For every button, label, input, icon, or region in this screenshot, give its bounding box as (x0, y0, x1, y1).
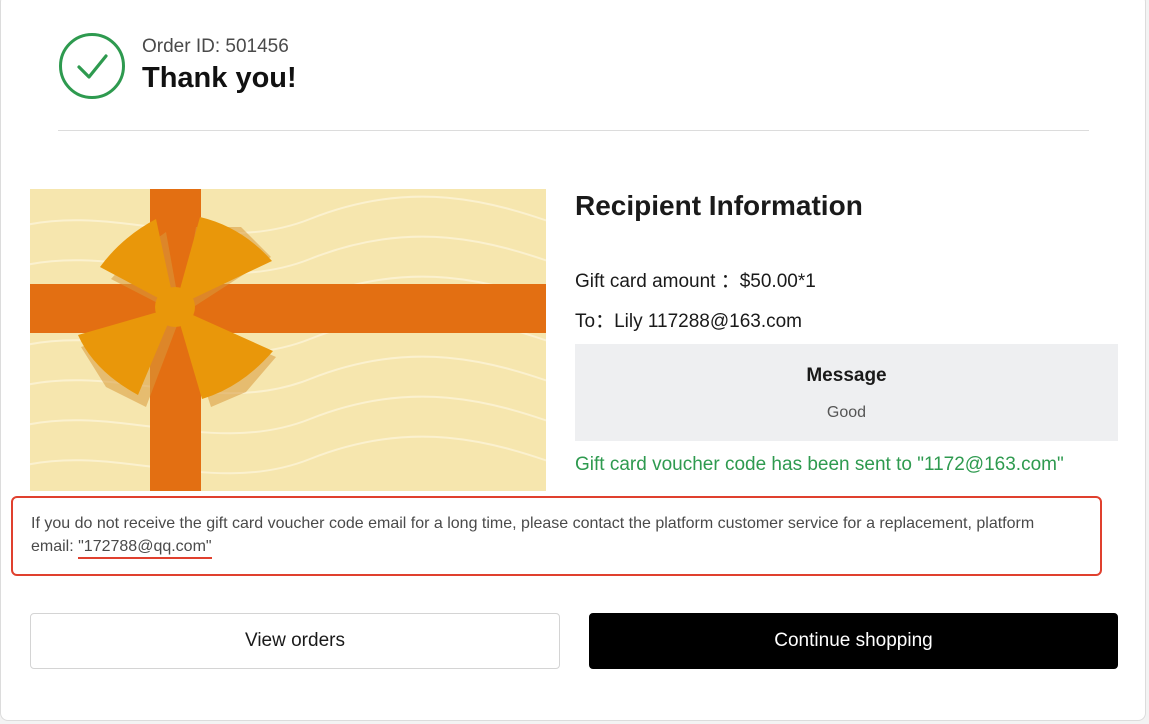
message-box: Message Good (575, 344, 1118, 441)
message-body: Good (826, 404, 867, 421)
gift-card-amount: Gift card amount ：$50.00*1 (575, 271, 816, 292)
support-notice: If you do not receive the gift card vouc… (11, 496, 1102, 576)
recipient-title: Recipient Information (575, 190, 863, 221)
divider (58, 130, 1089, 131)
message-title: Message (806, 365, 887, 386)
check-circle-icon (59, 33, 125, 99)
page-title: Thank you! (142, 62, 297, 94)
gift-card-image (30, 189, 546, 491)
order-id: Order ID: 501456 (142, 36, 289, 57)
voucher-sent-note: Gift card voucher code has been sent to … (575, 454, 1064, 475)
support-notice-text: If you do not receive the gift card vouc… (31, 512, 1081, 559)
recipient-to: To：Lily 117288@163.com (575, 311, 803, 332)
continue-shopping-button[interactable]: Continue shopping (589, 613, 1118, 669)
view-orders-button[interactable]: View orders (30, 613, 560, 669)
platform-email: "172788@qq.com" (78, 536, 212, 559)
